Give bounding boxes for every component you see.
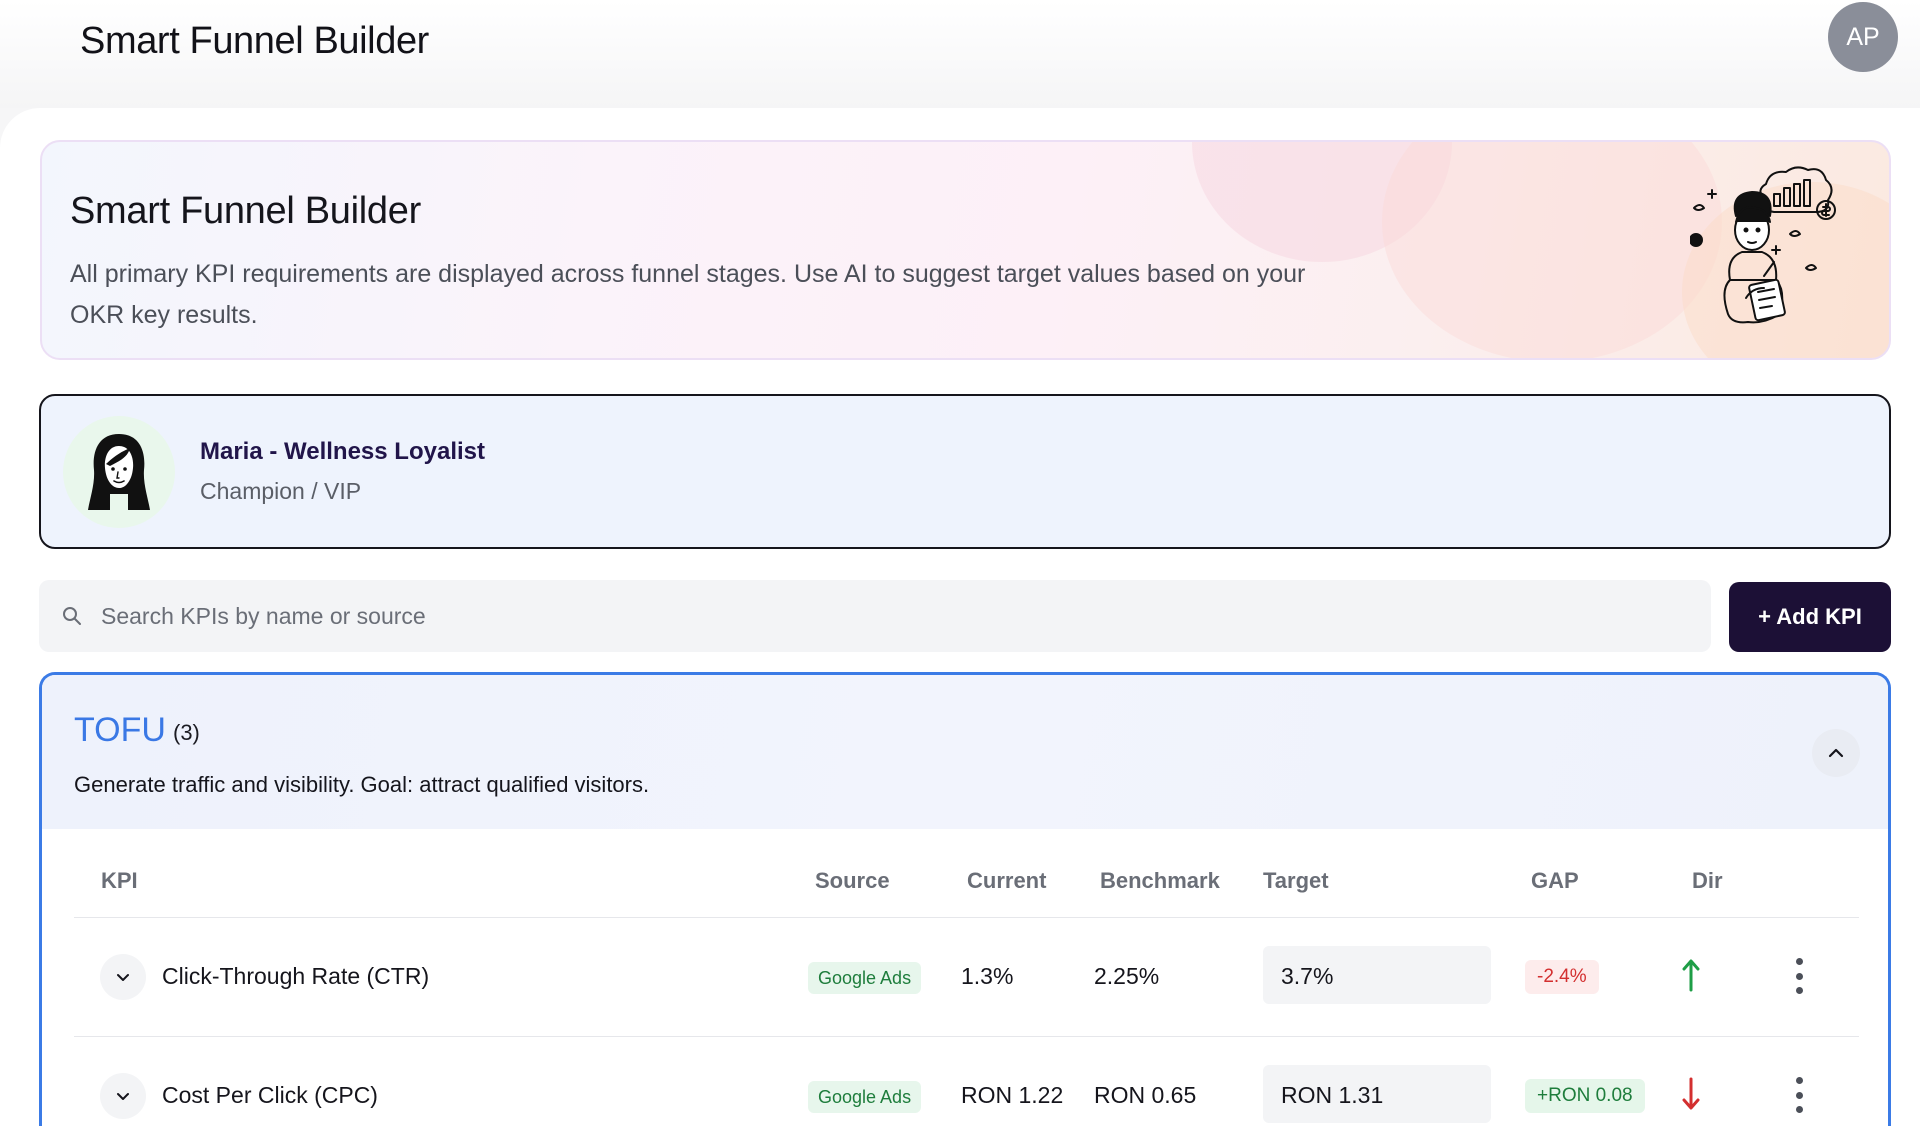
hero-banner: Smart Funnel Builder All primary KPI req… [40,140,1891,360]
analyst-illustration-icon [1690,166,1836,324]
top-bar: Smart Funnel Builder AP [0,0,1920,108]
current-value: RON 1.22 [961,1082,1064,1108]
gap-badge: +RON 0.08 [1525,1079,1645,1113]
arrow-up-icon [1682,959,1700,992]
persona-card[interactable]: Maria - Wellness Loyalist Champion / VIP [39,394,1891,549]
persona-avatar [63,416,175,528]
woman-avatar-icon [88,434,150,510]
table-row: Cost Per Click (CPC) Google Ads RON 1.22… [42,1037,1888,1126]
column-header-target: Target [1263,868,1329,893]
user-avatar[interactable]: AP [1828,2,1898,72]
stage-goal: Generate traffic and visibility. Goal: a… [74,772,650,797]
search-icon [63,607,81,625]
source-badge: Google Ads [808,962,922,994]
more-dot [1795,972,1803,980]
add-kpi-button[interactable]: + Add KPI [1729,582,1891,652]
expand-row-button[interactable] [100,954,146,1000]
arrow-down-icon [1682,1077,1700,1110]
kpi-search-box [39,580,1711,652]
gap-badge: -2.4% [1525,960,1599,994]
chevron-up-icon [1828,748,1844,758]
more-dot [1795,958,1803,965]
table-row: Click-Through Rate (CTR) Google Ads 1.3%… [42,918,1888,1036]
collapse-stage-button[interactable] [1812,729,1860,777]
column-header-kpi: KPI [101,868,138,893]
kpi-name[interactable]: Cost Per Click (CPC) [162,1082,378,1109]
current-value: 1.3% [961,963,1014,989]
column-header-current: Current [967,868,1047,893]
more-options-button[interactable] [1789,958,1809,994]
stage-kpi-count: (3) [173,720,200,745]
column-header-dir: Dir [1692,868,1723,893]
target-value: RON 1.31 [1281,1082,1384,1108]
chevron-down-icon [117,974,129,981]
persona-name: Maria - Wellness Loyalist [200,438,485,465]
column-header-source: Source [815,868,890,893]
hero-description: All primary KPI requirements are display… [70,260,1306,329]
expand-row-button[interactable] [100,1073,146,1119]
hero-title: Smart Funnel Builder [70,190,421,232]
target-field[interactable]: 3.7% [1263,946,1491,1004]
more-options-button[interactable] [1789,1077,1809,1113]
column-header-benchmark: Benchmark [1100,868,1220,893]
more-dot [1795,1077,1803,1084]
target-value: 3.7% [1281,963,1334,989]
app-title: Smart Funnel Builder [80,20,429,62]
stage-name: TOFU [74,711,166,749]
target-field[interactable]: RON 1.31 [1263,1065,1491,1123]
source-badge: Google Ads [808,1081,922,1113]
search-input[interactable] [101,580,1681,652]
stage-header[interactable]: TOFU (3) Generate traffic and visibility… [42,675,1888,829]
chevron-down-icon [117,1093,129,1100]
hero-decoration [1382,142,1722,358]
more-dot [1795,987,1803,994]
benchmark-value: 2.25% [1094,963,1160,989]
funnel-stage-tofu: TOFU (3) Generate traffic and visibility… [39,672,1891,1126]
kpi-name[interactable]: Click-Through Rate (CTR) [162,963,429,990]
persona-role: Champion / VIP [200,478,362,504]
benchmark-value: RON 0.65 [1094,1082,1197,1108]
main-panel: Smart Funnel Builder All primary KPI req… [0,108,1920,1126]
more-dot [1795,1091,1803,1099]
column-header-gap: GAP [1531,868,1579,893]
more-dot [1795,1106,1803,1113]
